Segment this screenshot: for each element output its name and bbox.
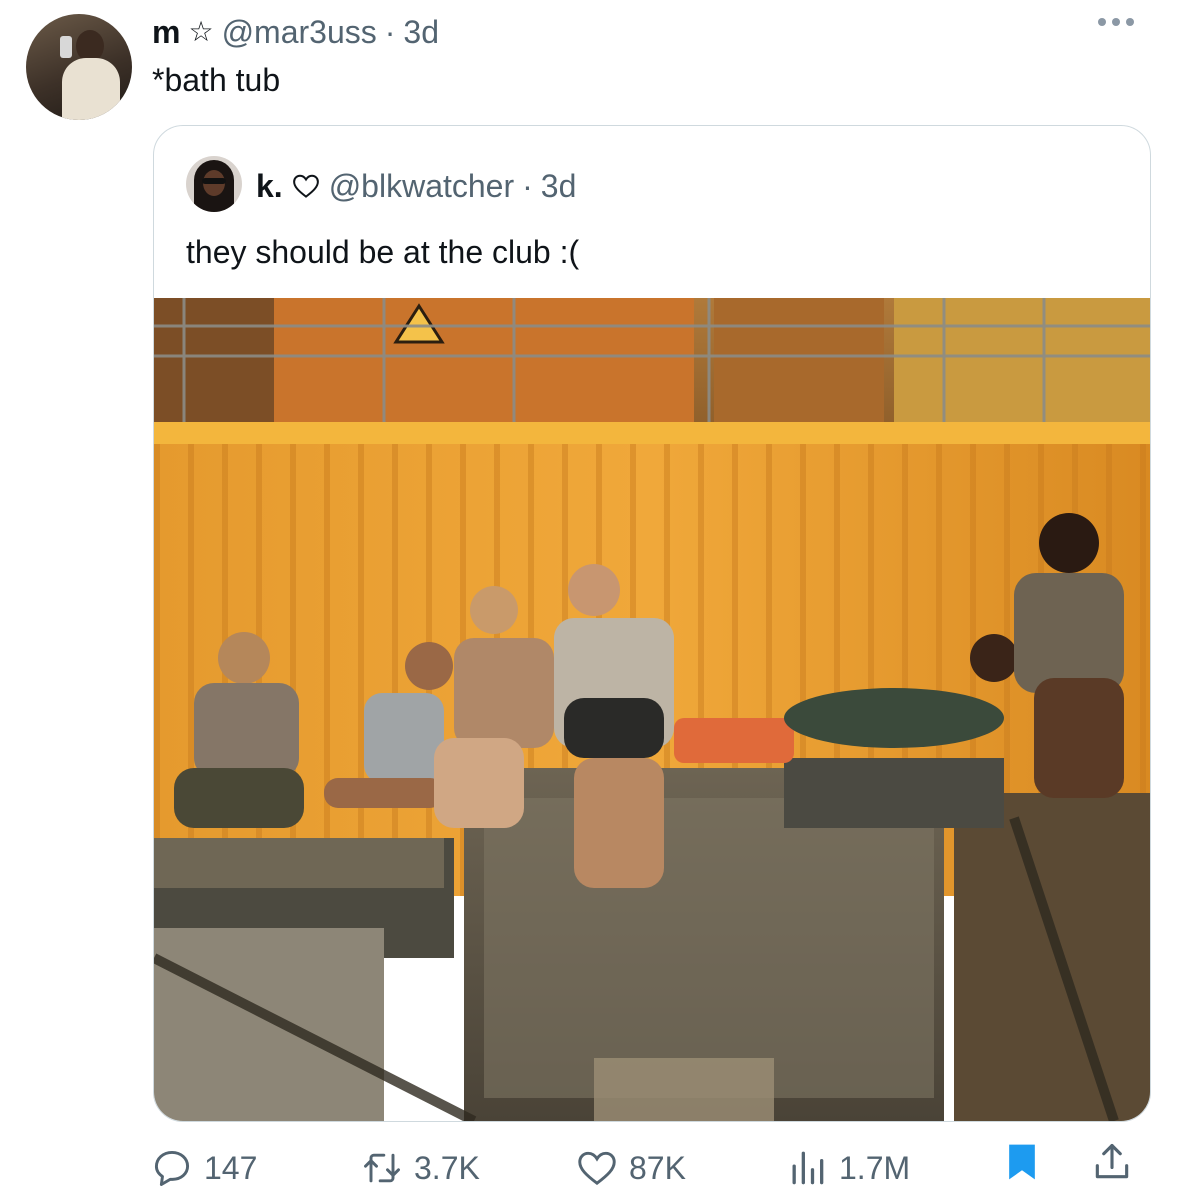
quoted-display-name: k. — [256, 168, 283, 204]
repost-count: 3.7K — [414, 1150, 480, 1186]
reply-count: 147 — [204, 1150, 258, 1186]
quoted-author-avatar — [186, 156, 242, 212]
share-icon — [1095, 1143, 1129, 1179]
bookmark-icon — [1009, 1144, 1035, 1180]
star-outline-icon: ☆ — [188, 16, 214, 47]
bookmark-button[interactable] — [1000, 1140, 1044, 1184]
share-button[interactable] — [1090, 1140, 1134, 1184]
more-options-icon[interactable] — [1098, 18, 1134, 26]
quoted-tweet[interactable]: k. @blkwatcher · 3d they should be at th… — [153, 125, 1151, 1122]
dot-icon — [1098, 18, 1106, 26]
quoted-tweet-header: k. @blkwatcher · 3d — [256, 166, 576, 206]
quoted-tweet-photo[interactable] — [154, 298, 1150, 1121]
heart-outline-icon — [292, 174, 319, 198]
action-bar: 147 3.7K 87K 1.7M — [150, 1140, 1150, 1196]
separator-dot: · — [522, 168, 533, 204]
quoted-handle: @blkwatcher — [328, 168, 515, 204]
tweet-timestamp[interactable]: 3d — [403, 12, 439, 52]
tweet-header: m ☆ @mar3uss · 3d — [152, 12, 439, 52]
repost-icon — [364, 1153, 400, 1183]
analytics-icon — [792, 1151, 824, 1185]
repost-button[interactable]: 3.7K — [360, 1140, 480, 1196]
reply-icon — [154, 1150, 190, 1186]
tweet-text: *bath tub — [152, 62, 281, 98]
like-count: 87K — [629, 1150, 686, 1186]
separator-dot: · — [384, 14, 396, 50]
quoted-timestamp: 3d — [540, 168, 577, 204]
dot-icon — [1126, 18, 1134, 26]
avatar-body — [62, 58, 120, 120]
dot-icon — [1112, 18, 1120, 26]
author-handle[interactable]: @mar3uss — [222, 12, 377, 52]
reply-button[interactable]: 147 — [150, 1140, 257, 1196]
views-button[interactable]: 1.7M — [785, 1140, 910, 1196]
quoted-tweet-text: they should be at the club :( — [186, 234, 580, 270]
heart-icon — [578, 1151, 616, 1186]
avatar-glasses — [202, 178, 226, 184]
author-display-name[interactable]: m — [152, 12, 180, 52]
like-button[interactable]: 87K — [575, 1140, 686, 1196]
avatar-phone — [60, 36, 72, 58]
author-avatar[interactable] — [26, 14, 132, 120]
views-count: 1.7M — [839, 1150, 911, 1186]
